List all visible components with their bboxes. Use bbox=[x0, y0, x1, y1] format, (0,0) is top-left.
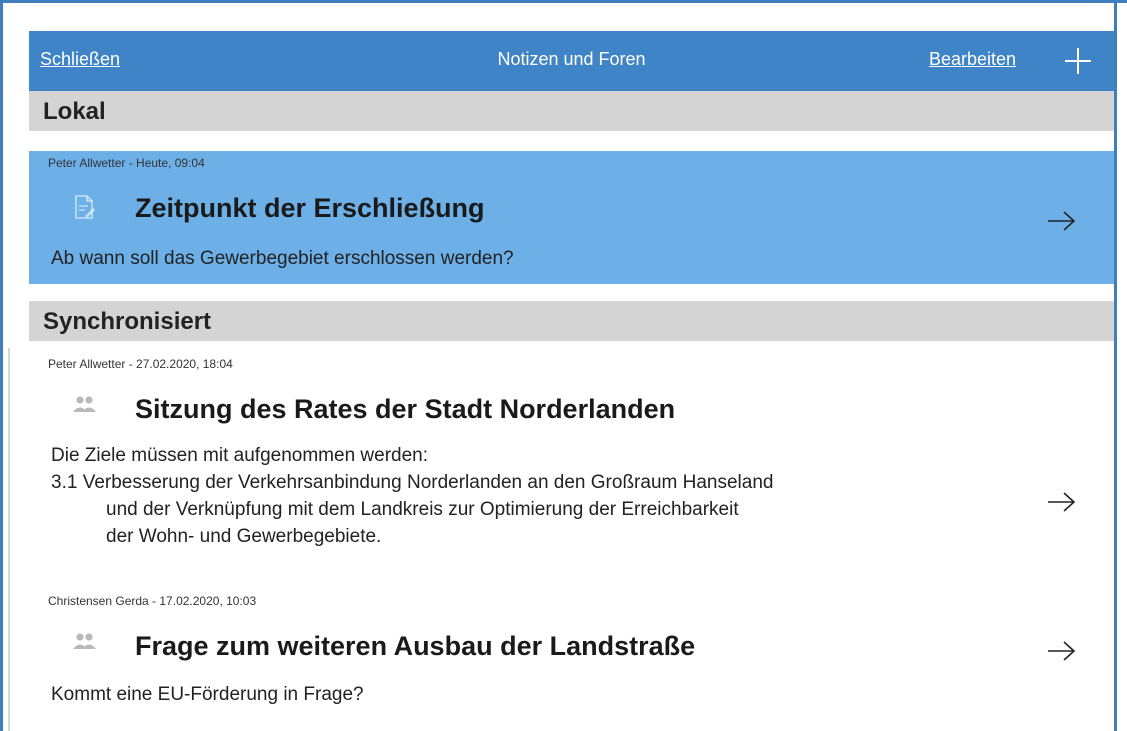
section-title: Synchronisiert bbox=[43, 308, 212, 335]
arrow-right-icon[interactable] bbox=[1044, 490, 1080, 514]
item-meta: Peter Allwetter - Heute, 09:04 bbox=[48, 156, 205, 170]
item-title: Zeitpunkt der Erschließung bbox=[135, 193, 485, 223]
section-header-local: Lokal bbox=[29, 91, 1114, 131]
item-title: Frage zum weiteren Ausbau der Landstraße bbox=[135, 631, 696, 661]
item-body-line: 3.1 Verbesserung der Verkehrsanbindung N… bbox=[51, 472, 774, 493]
left-edge-divider bbox=[8, 348, 10, 731]
item-body-line: und der Verknüpfung mit dem Landkreis zu… bbox=[106, 499, 739, 520]
item-body-line: Kommt eine EU-Förderung in Frage? bbox=[51, 684, 364, 705]
item-meta: Christensen Gerda - 17.02.2020, 10:03 bbox=[48, 594, 257, 608]
header-bar: Schließen Notizen und Foren Bearbeiten bbox=[29, 31, 1114, 91]
notes-panel: Schließen Notizen und Foren Bearbeiten L… bbox=[29, 31, 1114, 731]
group-icon bbox=[73, 396, 96, 412]
item-meta: Peter Allwetter - 27.02.2020, 18:04 bbox=[48, 357, 233, 371]
list-item[interactable]: Peter Allwetter - 27.02.2020, 18:04 Sitz… bbox=[29, 348, 1114, 588]
note-icon bbox=[75, 195, 95, 219]
arrow-right-icon[interactable] bbox=[1044, 639, 1080, 663]
section-title: Lokal bbox=[43, 98, 106, 125]
item-body-line: Ab wann soll das Gewerbegebiet erschloss… bbox=[51, 248, 514, 269]
group-icon bbox=[73, 633, 96, 649]
edit-link[interactable]: Bearbeiten bbox=[929, 49, 1016, 70]
section-header-synced: Synchronisiert bbox=[29, 301, 1114, 341]
item-title: Sitzung des Rates der Stadt Norderlanden bbox=[135, 394, 676, 424]
window-frame-right bbox=[1114, 0, 1117, 731]
arrow-right-icon[interactable] bbox=[1044, 209, 1080, 233]
window-frame-top bbox=[0, 0, 1127, 3]
item-body-line: der Wohn- und Gewerbegebiete. bbox=[106, 526, 382, 547]
add-icon[interactable] bbox=[1062, 45, 1094, 77]
list-item[interactable]: Christensen Gerda - 17.02.2020, 10:03 Fr… bbox=[29, 588, 1114, 728]
item-body-line: Die Ziele müssen mit aufgenommen werden: bbox=[51, 445, 429, 466]
list-item[interactable]: Peter Allwetter - Heute, 09:04 Zeitpunkt… bbox=[29, 151, 1114, 284]
